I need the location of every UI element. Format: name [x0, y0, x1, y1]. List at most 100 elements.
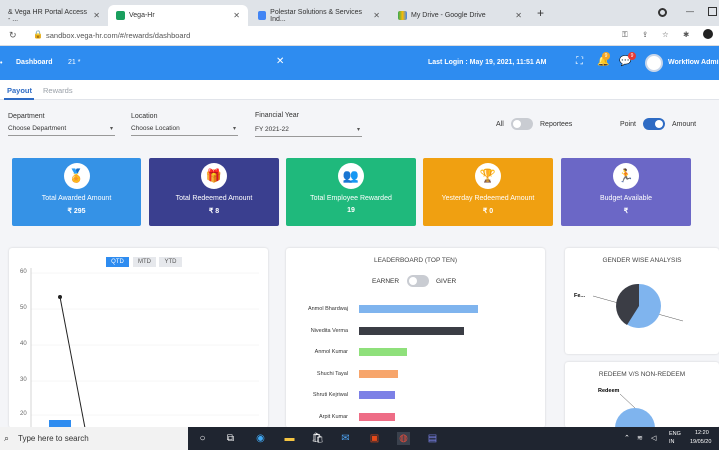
- department-select[interactable]: Choose Department ▾: [8, 123, 115, 136]
- teams-icon[interactable]: ▤: [426, 432, 439, 445]
- search-placeholder: Type here to search: [18, 434, 89, 443]
- browser-tab[interactable]: & Vega HR Portal Access - ... ✕: [0, 5, 108, 26]
- kpi-value: ₹ 8: [208, 208, 220, 215]
- reportees-toggle[interactable]: [511, 118, 533, 130]
- message-badge: 9: [628, 52, 636, 60]
- tab-title: Polestar Solutions & Services Ind...: [270, 8, 362, 23]
- clock-time[interactable]: 12:20: [695, 430, 709, 436]
- close-icon[interactable]: ✕: [93, 11, 100, 20]
- file-explorer-icon[interactable]: ▬: [283, 432, 296, 445]
- kpi-card-total-redeemed: 🎁 Total Redeemed Amount ₹ 8: [149, 158, 279, 226]
- tab-payout[interactable]: Payout: [7, 86, 32, 95]
- kpi-value: ₹: [623, 208, 629, 215]
- leaderboard-bar: [359, 412, 395, 421]
- kpi-title: Total Redeemed Amount: [175, 195, 253, 202]
- all-label: All: [496, 121, 504, 128]
- pie-slice: [615, 408, 655, 428]
- trend-line-chart: [30, 268, 259, 428]
- fullscreen-icon[interactable]: ⛶: [576, 56, 583, 67]
- location-select[interactable]: Choose Location ▾: [131, 123, 238, 136]
- subtab-bar: Payout Rewards: [0, 80, 719, 100]
- fy-value: FY 2021-22: [255, 126, 289, 133]
- leaderboard-bar: [359, 391, 395, 399]
- close-icon[interactable]: ✕: [276, 56, 284, 67]
- chevron-down-icon: ▾: [232, 126, 236, 132]
- task-view-icon[interactable]: ⧉: [224, 432, 237, 445]
- wifi-icon[interactable]: ≋: [637, 434, 643, 442]
- podium-icon: 🏆: [475, 163, 501, 189]
- office-icon[interactable]: ▣: [368, 432, 381, 445]
- gender-pie-chart: [592, 283, 684, 328]
- kpi-title: Total Employee Rewarded: [310, 195, 392, 202]
- last-login-text: Last Login : May 19, 2021, 11:51 AM: [428, 59, 547, 66]
- reportees-label: Reportees: [540, 121, 573, 128]
- language-indicator[interactable]: ENG IN: [669, 430, 681, 446]
- windows-taskbar: ⌕ Type here to search ○ ⧉ ◉ ▬ 🛍 ✉ ▣ ◍ ▤ …: [0, 427, 719, 450]
- chevron-down-icon: ▾: [109, 126, 113, 132]
- gift-icon: 🎁: [201, 163, 227, 189]
- store-icon[interactable]: 🛍: [311, 432, 324, 445]
- kpi-title: Total Awarded Amount: [41, 195, 112, 202]
- team-icon: 👥: [338, 163, 364, 189]
- address-bar: ↻ 🔒 sandbox.vega-hr.com/#/rewards/dashbo…: [0, 26, 719, 46]
- avatar-icon[interactable]: [703, 29, 713, 39]
- user-name[interactable]: Workflow Admin: [668, 59, 719, 66]
- location-label: Location: [131, 113, 158, 120]
- cortana-icon[interactable]: ○: [196, 432, 209, 445]
- department-label: Department: [8, 113, 45, 120]
- browser-tab[interactable]: My Drive - Google Drive ✕: [390, 5, 530, 26]
- close-icon[interactable]: ✕: [373, 11, 380, 20]
- maximize-icon[interactable]: [708, 7, 717, 16]
- user-avatar[interactable]: [645, 54, 663, 72]
- clock-date[interactable]: 19/05/20: [690, 439, 711, 445]
- kpi-card-total-awarded: 🏅 Total Awarded Amount ₹ 295: [12, 158, 141, 226]
- browser-tab[interactable]: Polestar Solutions & Services Ind... ✕: [250, 5, 388, 26]
- extension-icon[interactable]: ✱: [683, 30, 689, 39]
- share-icon[interactable]: ⇪: [642, 30, 648, 39]
- breadcrumb: 21 *: [68, 59, 81, 66]
- url-text[interactable]: sandbox.vega-hr.com/#/rewards/dashboard: [46, 31, 190, 40]
- browser-tab-active[interactable]: Vega-Hr ✕: [108, 5, 248, 26]
- vega-favicon-icon: [116, 11, 125, 20]
- leaderboard-category-label: Anmol Bhardwaj: [307, 306, 348, 312]
- leaderboard-category-label: Anmol Kumar: [314, 349, 348, 355]
- fy-select[interactable]: FY 2021-22 ▾: [255, 124, 362, 137]
- reload-icon[interactable]: ↻: [9, 30, 17, 41]
- trend-point: [58, 295, 62, 299]
- minimize-icon[interactable]: —: [686, 7, 694, 16]
- trend-panel: QTD MTD YTD 60 50 40 30 20: [9, 248, 268, 428]
- amount-toggle[interactable]: [643, 118, 665, 130]
- tab-title: & Vega HR Portal Access - ...: [8, 8, 87, 23]
- star-icon[interactable]: ☆: [662, 30, 669, 39]
- key-icon[interactable]: ⚿: [622, 30, 628, 40]
- volume-icon[interactable]: ◁: [651, 434, 656, 442]
- notification-badge: 9: [602, 52, 610, 60]
- taskbar-search-box[interactable]: ⌕ Type here to search: [0, 427, 188, 450]
- fy-label: Financial Year: [255, 112, 299, 119]
- kpi-value: ₹ 295: [67, 208, 86, 215]
- leaderboard-panel: LEADERBOARD (TOP TEN) EARNER GIVER Anmol…: [286, 248, 545, 428]
- kpi-card-employee-rewarded: 👥 Total Employee Rewarded 19: [286, 158, 416, 226]
- tab-rewards[interactable]: Rewards: [43, 86, 73, 95]
- award-icon: 🏅: [63, 163, 90, 189]
- edge-icon[interactable]: ◉: [254, 432, 267, 445]
- toggle-knob: [513, 120, 521, 128]
- chrome-icon[interactable]: ◍: [397, 432, 410, 445]
- leaderboard-bar-chart: Anmol Bhardwaj Nivedita Verma Anmol Kumar S…: [286, 248, 545, 428]
- toggle-knob: [655, 120, 663, 128]
- close-icon[interactable]: ✕: [233, 11, 240, 20]
- active-tab-indicator: [4, 98, 34, 100]
- browser-tab-strip: & Vega HR Portal Access - ... ✕ Vega-Hr …: [0, 0, 719, 26]
- point-label: Point: [620, 121, 636, 128]
- mail-icon[interactable]: ✉: [339, 432, 352, 445]
- menu-icon[interactable]: •: [0, 60, 2, 67]
- leaderboard-category-label: Arpit Kumar: [318, 413, 348, 420]
- lock-icon: 🔒: [33, 30, 43, 39]
- new-tab-button[interactable]: +: [537, 6, 544, 20]
- tab-title: My Drive - Google Drive: [411, 12, 486, 19]
- tray-chevron-icon[interactable]: ⌃: [624, 434, 630, 442]
- close-icon[interactable]: ✕: [515, 11, 522, 20]
- chevron-down-icon: ▾: [356, 127, 360, 133]
- search-icon: ⌕: [4, 433, 10, 443]
- profile-icon[interactable]: [658, 8, 667, 17]
